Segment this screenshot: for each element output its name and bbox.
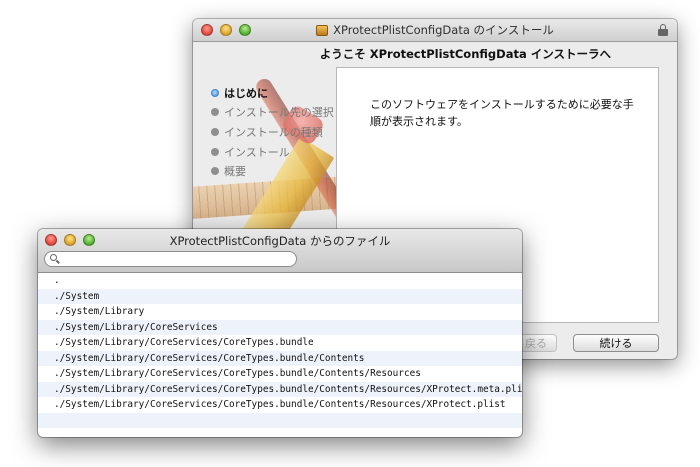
installer-titlebar: XProtectPlistConfigData のインストール <box>193 19 677 42</box>
step-summary: 概要 <box>211 161 334 181</box>
file-row[interactable] <box>38 412 522 428</box>
file-list-window: XProtectPlistConfigData からのファイル . ./Syst… <box>38 229 522 437</box>
step-destination: インストール先の選択 <box>211 103 334 123</box>
file-row[interactable]: . <box>38 273 522 289</box>
step-bullet-icon <box>211 88 219 97</box>
search-field[interactable] <box>44 251 297 267</box>
step-bullet-icon <box>211 108 219 117</box>
file-row[interactable]: ./System/Library <box>38 304 522 320</box>
file-row[interactable]: ./System <box>38 288 522 304</box>
installer-heading: ようこそ XProtectPlistConfigData インストーラへ <box>319 47 611 61</box>
search-input[interactable] <box>62 253 292 265</box>
file-row[interactable]: ./System/Library/CoreServices/CoreTypes.… <box>38 350 522 366</box>
step-label: インストールの種類 <box>224 125 323 139</box>
installer-intro-text: このソフトウェアをインストールするために必要な手順が表示されます。 <box>370 98 634 128</box>
step-label: 概要 <box>224 165 246 179</box>
step-label: インストール先の選択 <box>224 106 334 120</box>
lock-icon[interactable] <box>658 24 668 36</box>
installer-steps: はじめに インストール先の選択 インストールの種類 インストール 概要 <box>211 83 334 181</box>
step-installation: インストール <box>211 142 334 162</box>
file-list[interactable]: . ./System ./System/Library ./System/Lib… <box>38 273 522 437</box>
step-label: はじめに <box>224 86 268 100</box>
file-row[interactable]: ./System/Library/CoreServices/CoreTypes.… <box>38 381 522 397</box>
step-label: インストール <box>224 145 290 159</box>
file-row[interactable]: ./System/Library/CoreServices/CoreTypes.… <box>38 366 522 382</box>
continue-button[interactable]: 続ける <box>573 334 659 352</box>
step-bullet-icon <box>211 147 219 156</box>
file-row[interactable]: ./System/Library/CoreServices/CoreTypes.… <box>38 397 522 413</box>
search-icon <box>50 254 60 264</box>
package-icon <box>316 24 329 36</box>
step-introduction: はじめに <box>211 83 334 103</box>
file-row[interactable]: ./System/Library/CoreServices/CoreTypes.… <box>38 335 522 351</box>
file-window-title: XProtectPlistConfigData からのファイル <box>169 234 391 248</box>
step-bullet-icon <box>211 167 219 176</box>
file-row[interactable]: ./System/Library/CoreServices <box>38 319 522 335</box>
installer-title-text: XProtectPlistConfigData のインストール <box>333 23 554 37</box>
step-bullet-icon <box>211 127 219 136</box>
file-window-titlebar: XProtectPlistConfigData からのファイル <box>38 229 522 273</box>
step-install-type: インストールの種類 <box>211 122 334 142</box>
installer-title: XProtectPlistConfigData のインストール <box>193 19 677 41</box>
